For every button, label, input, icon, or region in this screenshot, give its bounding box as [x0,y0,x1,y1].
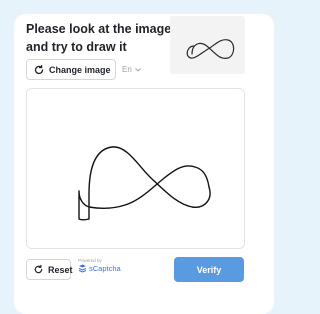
reset-label: Reset [48,264,73,275]
infinity-sketch-icon [186,39,235,59]
drawing-canvas[interactable] [26,88,245,249]
reset-button[interactable]: Reset [26,259,73,280]
language-label: En [122,65,132,74]
brand-link[interactable]: sCaptcha [78,264,121,273]
sample-image [170,16,245,74]
change-image-button[interactable]: Change image [26,59,116,80]
verify-button[interactable]: Verify [174,257,244,282]
user-drawing-stroke [78,146,211,221]
refresh-icon [33,64,45,76]
change-image-label: Change image [49,64,111,75]
prompt-title: Please look at the image and try to draw… [26,22,172,54]
powered-by-text: Powered by [78,258,102,263]
language-select[interactable]: En [122,59,141,80]
brand-name: sCaptcha [89,264,121,273]
verify-label: Verify [196,264,222,275]
refresh-icon [33,264,44,275]
scaptcha-logo-icon [78,264,87,273]
chevron-down-icon [134,67,141,72]
